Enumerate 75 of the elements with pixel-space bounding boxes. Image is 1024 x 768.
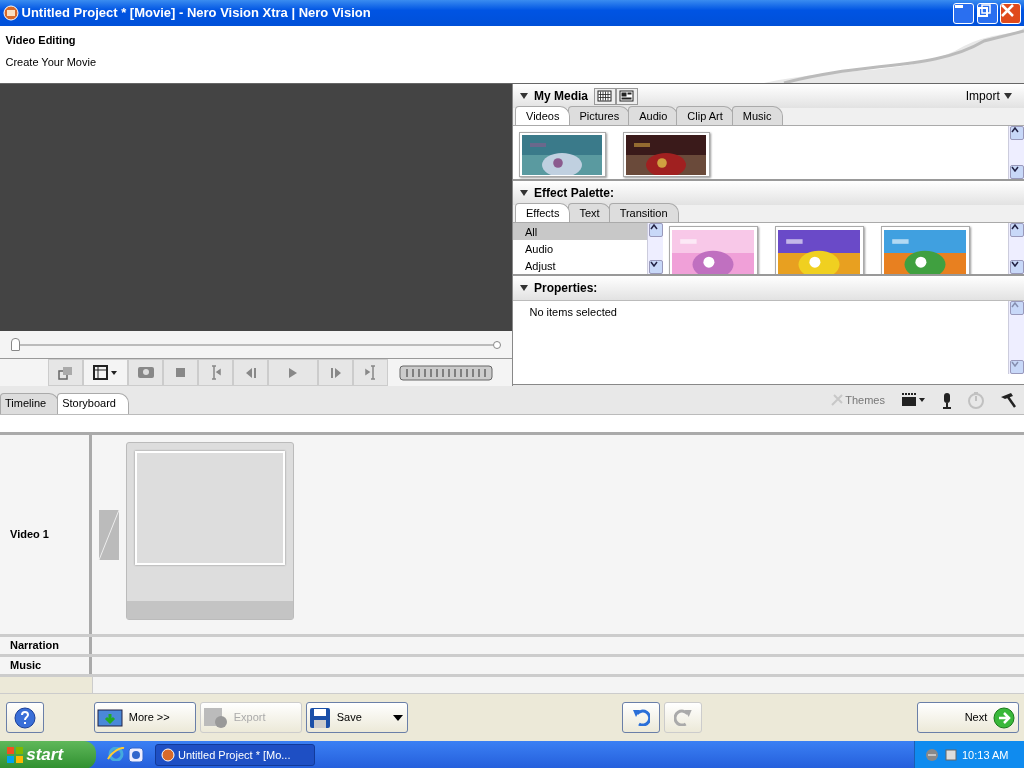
caret-icon [391,713,404,722]
section-title: Video Editing [5,32,77,48]
category-item[interactable]: Adjust [513,257,647,274]
slider-end-icon [493,340,501,349]
jog-wheel[interactable] [399,364,493,381]
category-item[interactable]: All [513,223,647,240]
mark-in-icon [210,365,221,380]
clock: 10:13 AM [962,747,1009,763]
mic-icon [942,391,952,409]
redo-icon [673,708,693,726]
slider-thumb[interactable] [11,337,20,351]
aspect-ratio-icon [93,365,118,380]
save-button[interactable]: Save [305,702,408,733]
track-label: Narration [0,637,92,654]
save-icon [309,706,332,729]
scrollbar[interactable] [1008,223,1024,274]
maximize-icon [977,3,991,17]
scrollbar[interactable] [647,223,663,274]
taskbar-button[interactable]: Untitled Project * [Mo... [154,744,315,766]
close-icon [1001,3,1015,17]
grid-view-button[interactable] [593,87,616,105]
view-tab[interactable]: Timeline [0,392,60,414]
panel-title: Properties: [534,280,598,297]
help-button[interactable] [5,702,44,733]
help-icon [13,706,36,729]
undo-button[interactable] [622,702,660,733]
play-icon [288,366,298,379]
horizontal-scrollbar[interactable] [92,677,1024,693]
aspect-ratio-button[interactable] [83,359,128,386]
collapse-icon[interactable] [518,189,529,197]
close-button[interactable] [1000,2,1022,24]
scroll-up-button[interactable] [648,223,663,237]
track-label: Video 1 [0,435,92,634]
scroll-down-button[interactable] [1009,260,1024,274]
clapper-icon [901,393,926,407]
tools-icon [830,394,843,406]
more-button[interactable]: More >> [93,702,196,733]
minimize-button[interactable] [952,2,974,24]
scrollbar[interactable] [1008,126,1024,179]
category-item[interactable]: Audio [513,240,647,257]
detail-icon [619,90,634,102]
view-tab[interactable]: Storyboard [57,392,129,414]
app-icon [2,5,19,21]
timer-icon [968,391,984,409]
grid-icon [597,90,612,102]
resize-icon [58,365,73,380]
collapse-icon[interactable] [518,284,529,292]
monitor-icon [97,708,124,727]
panel-title: Effect Palette: [534,185,615,202]
mark-out-icon [365,365,376,380]
panel-title: My Media [534,88,588,105]
caret-icon [1002,92,1013,100]
next-button[interactable]: Next [916,702,1019,733]
maximize-button[interactable] [976,2,998,24]
window-title: Untitled Project * [Movie] - Nero Vision Xtra | Nero Vision [21,4,372,23]
import-button[interactable]: Import [959,86,1019,106]
scroll-up-button[interactable] [1009,126,1024,140]
previous-frame-icon [244,366,257,379]
track-label: Music [0,657,92,674]
scroll-up-button[interactable] [1009,223,1024,237]
stop-icon [175,367,186,378]
collapse-icon[interactable] [518,92,529,100]
undo-icon [631,708,651,726]
scroll-down-button[interactable] [648,260,663,274]
section-subtitle: Create Your Movie [5,54,97,70]
snapshot-icon [136,366,155,379]
minimize-icon [953,3,964,9]
app-icon [161,748,176,762]
status-message: No items selected [529,305,617,318]
clip-slot[interactable] [125,441,294,620]
scroll-down-button[interactable] [1009,165,1024,179]
detail-view-button[interactable] [615,87,638,105]
network-icon[interactable] [944,749,957,761]
next-frame-icon [329,366,342,379]
hammer-icon [1000,392,1016,408]
